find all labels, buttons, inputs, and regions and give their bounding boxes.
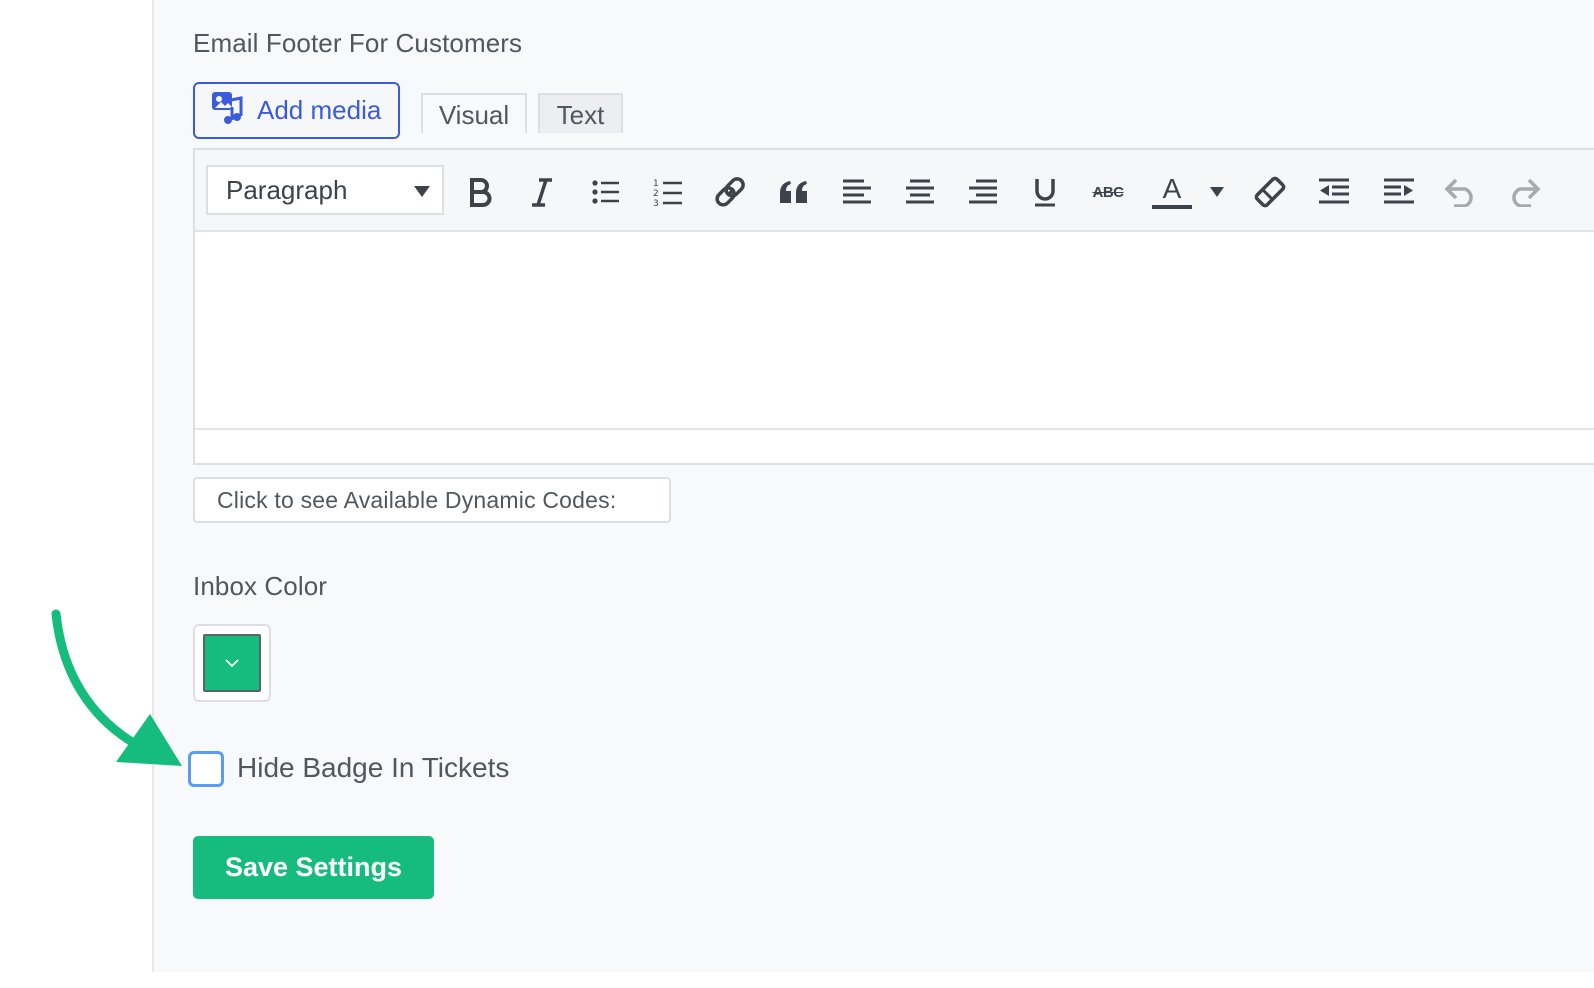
text-color-glyph: A [1162,173,1182,204]
align-left-icon[interactable] [837,172,877,212]
inbox-color-swatch[interactable] [203,634,261,692]
add-media-icon [211,90,245,131]
dynamic-codes-button[interactable]: Click to see Available Dynamic Codes: [193,477,671,523]
strikethrough-icon[interactable]: ABC [1088,172,1128,212]
tab-visual[interactable]: Visual [421,93,527,133]
rich-text-editor: Paragraph 123 ABC A [193,148,1594,465]
svg-text:1: 1 [653,179,659,189]
svg-text:3: 3 [653,199,659,207]
clear-formatting-icon[interactable] [1250,172,1290,212]
format-select[interactable]: Paragraph [206,165,444,215]
strikethrough-glyph: ABC [1092,183,1125,201]
underline-icon[interactable] [1025,172,1065,212]
indent-icon[interactable] [1379,172,1419,212]
undo-icon[interactable] [1441,172,1481,212]
add-media-button[interactable]: Add media [193,82,400,139]
chevron-down-icon [414,186,430,197]
editor-status-bar [195,428,1594,463]
numbered-list-icon[interactable]: 123 [648,172,688,212]
tab-text[interactable]: Text [538,93,623,133]
hide-badge-label: Hide Badge In Tickets [237,752,510,783]
text-color-dropdown-icon[interactable] [1203,172,1231,212]
editor-content-area[interactable] [195,232,1594,428]
chevron-down-icon [225,659,239,668]
add-media-label: Add media [257,95,382,125]
inbox-color-picker[interactable] [193,624,271,702]
align-right-icon[interactable] [963,172,1003,212]
text-color-icon[interactable]: A [1150,172,1194,212]
hide-badge-checkbox[interactable] [188,751,224,787]
italic-icon[interactable] [522,172,562,212]
editor-toolbar: Paragraph 123 ABC A [195,150,1594,232]
save-settings-button[interactable]: Save Settings [193,836,434,899]
align-center-icon[interactable] [900,172,940,212]
bulleted-list-icon[interactable] [586,172,626,212]
left-gutter [0,0,152,988]
blockquote-icon[interactable] [774,172,814,212]
svg-text:2: 2 [653,189,659,199]
link-icon[interactable] [711,172,751,212]
annotation-arrow-icon [51,609,182,766]
redo-icon[interactable] [1504,172,1544,212]
text-color-bar [1152,205,1192,209]
bold-icon[interactable] [460,172,500,212]
format-select-value: Paragraph [226,174,348,205]
bottom-strip [0,972,1594,988]
email-footer-label: Email Footer For Customers [193,28,523,58]
inbox-color-label: Inbox Color [193,571,328,601]
outdent-icon[interactable] [1314,172,1354,212]
